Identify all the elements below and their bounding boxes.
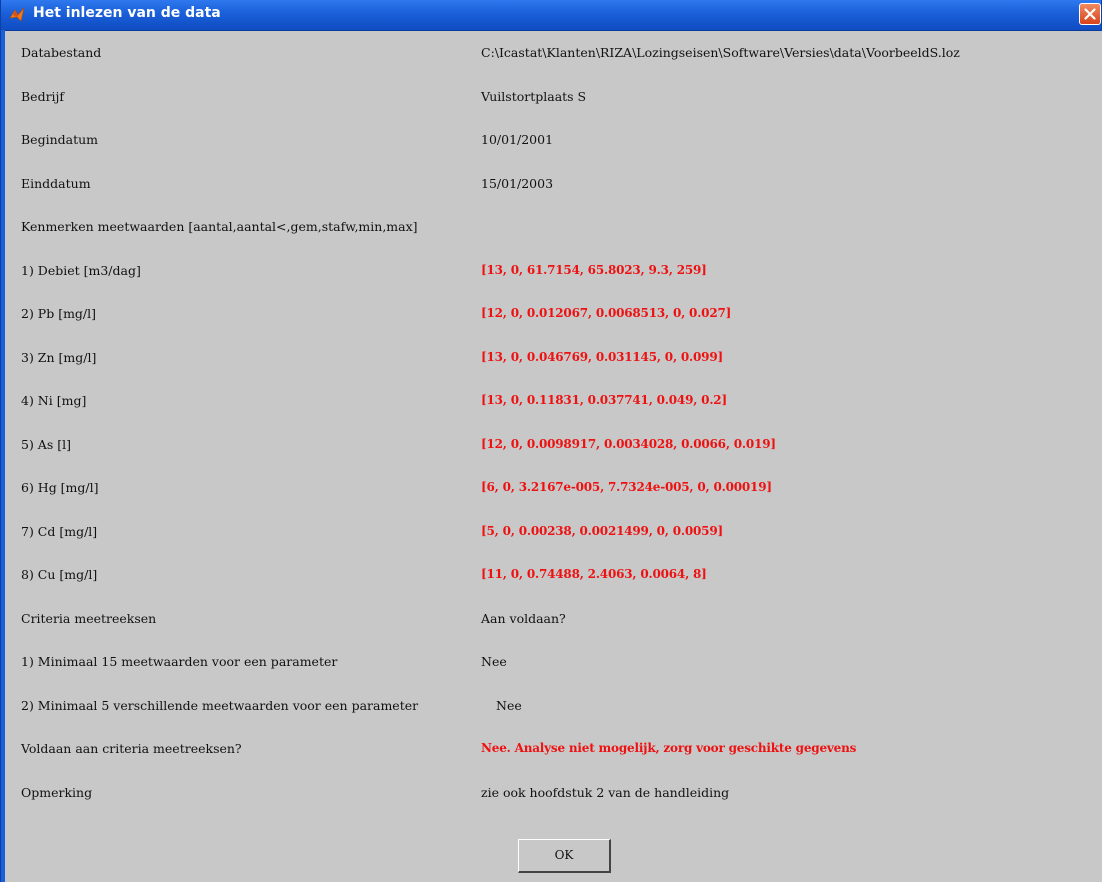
row-value: C:\Icastat\Klanten\RIZA\Lozingseisen\Sof… xyxy=(481,45,960,60)
window-title: Het inlezen van de data xyxy=(33,5,221,21)
info-row: Voldaan aan criteria meetreeksen? Nee. An… xyxy=(5,727,1102,770)
info-row: Databestand C:\Icastat\Klanten\RIZA\Lozin… xyxy=(5,31,1102,74)
info-row: 1) Debiet [m3/dag] [13, 0, 61.7154, 65.80… xyxy=(5,249,1102,292)
info-row: 4) Ni [mg] [13, 0, 0.11831, 0.037741, 0.0… xyxy=(5,379,1102,422)
row-label: Kenmerken meetwaarden [aantal,aantal<,ge… xyxy=(21,219,418,234)
close-button[interactable] xyxy=(1079,3,1101,25)
info-row: Criteria meetreeksen Aan voldaan? xyxy=(5,597,1102,640)
ok-button[interactable]: OK xyxy=(518,839,611,873)
row-label: 2) Minimaal 5 verschillende meetwaarden … xyxy=(21,697,419,713)
row-value: Vuilstortplaats S xyxy=(481,88,587,104)
dialog-window: Het inlezen van de data Databestand C:\Ic… xyxy=(0,0,1102,882)
info-row: 2) Pb [mg/l] [12, 0, 0.012067, 0.0068513,… xyxy=(5,292,1102,335)
row-label: Bedrijf xyxy=(21,88,65,104)
row-label: 1) Debiet [m3/dag] xyxy=(21,262,141,278)
row-label: 4) Ni [mg] xyxy=(21,393,87,408)
row-label: Databestand xyxy=(21,45,102,60)
row-label: 1) Minimaal 15 meetwaarden voor een para… xyxy=(21,654,338,669)
title-bar[interactable]: Het inlezen van de data xyxy=(1,0,1101,31)
info-row: 7) Cd [mg/l] [5, 0, 0.00238, 0.0021499, 0… xyxy=(5,510,1102,553)
row-value: zie ook hoofdstuk 2 van de handleiding xyxy=(481,784,730,800)
row-value: [6, 0, 3.2167e-005, 7.7324e-005, 0, 0.00… xyxy=(481,480,772,494)
dialog-content: Databestand C:\Icastat\Klanten\RIZA\Lozin… xyxy=(5,31,1102,882)
row-value: Nee xyxy=(481,654,507,669)
row-value: [5, 0, 0.00238, 0.0021499, 0, 0.0059] xyxy=(481,523,723,538)
info-row: 2) Minimaal 5 verschillende meetwaarden … xyxy=(5,684,1102,727)
row-label: 2) Pb [mg/l] xyxy=(21,306,97,321)
row-label: 5) As [l] xyxy=(21,436,71,452)
matlab-icon xyxy=(8,6,26,24)
row-value: [12, 0, 0.012067, 0.0068513, 0, 0.027] xyxy=(481,306,732,320)
row-value: [11, 0, 0.74488, 2.4063, 0.0064, 8] xyxy=(481,567,707,581)
info-row: Bedrijf Vuilstortplaats S xyxy=(5,75,1102,118)
info-row: Kenmerken meetwaarden [aantal,aantal<,ge… xyxy=(5,205,1102,248)
row-value: [13, 0, 0.046769, 0.031145, 0, 0.099] xyxy=(481,349,723,364)
info-row: 6) Hg [mg/l] [6, 0, 3.2167e-005, 7.7324e-… xyxy=(5,466,1102,509)
info-row: 8) Cu [mg/l] [11, 0, 0.74488, 2.4063, 0.0… xyxy=(5,553,1102,596)
info-row: Einddatum 15/01/2003 xyxy=(5,162,1102,205)
row-label: Opmerking xyxy=(21,784,93,800)
row-value: 15/01/2003 xyxy=(481,175,554,191)
row-label: 3) Zn [mg/l] xyxy=(21,349,97,365)
info-row: 3) Zn [mg/l] [13, 0, 0.046769, 0.031145, … xyxy=(5,336,1102,379)
row-label: Voldaan aan criteria meetreeksen? xyxy=(21,741,242,756)
row-label: Begindatum xyxy=(21,132,99,147)
row-label: 8) Cu [mg/l] xyxy=(21,567,98,582)
row-value: [13, 0, 61.7154, 65.8023, 9.3, 259] xyxy=(481,262,707,277)
row-label: 6) Hg [mg/l] xyxy=(21,480,99,495)
row-value: [13, 0, 0.11831, 0.037741, 0.049, 0.2] xyxy=(481,393,727,407)
info-row: 5) As [l] [12, 0, 0.0098917, 0.0034028, 0… xyxy=(5,423,1102,466)
info-row: 1) Minimaal 15 meetwaarden voor een para… xyxy=(5,640,1102,683)
row-value: [12, 0, 0.0098917, 0.0034028, 0.0066, 0.… xyxy=(481,436,776,451)
row-value: Nee. Analyse niet mogelijk, zorg voor ge… xyxy=(481,741,857,755)
close-icon xyxy=(1084,8,1096,20)
row-value: 10/01/2001 xyxy=(481,132,554,147)
row-label: Einddatum xyxy=(21,175,91,191)
row-value: Aan voldaan? xyxy=(481,610,566,626)
info-row: Opmerking zie ook hoofdstuk 2 van de hand… xyxy=(5,771,1102,814)
row-value: Nee xyxy=(496,697,522,713)
info-row: Begindatum 10/01/2001 xyxy=(5,118,1102,161)
row-label: Criteria meetreeksen xyxy=(21,610,157,626)
row-label: 7) Cd [mg/l] xyxy=(21,523,98,539)
